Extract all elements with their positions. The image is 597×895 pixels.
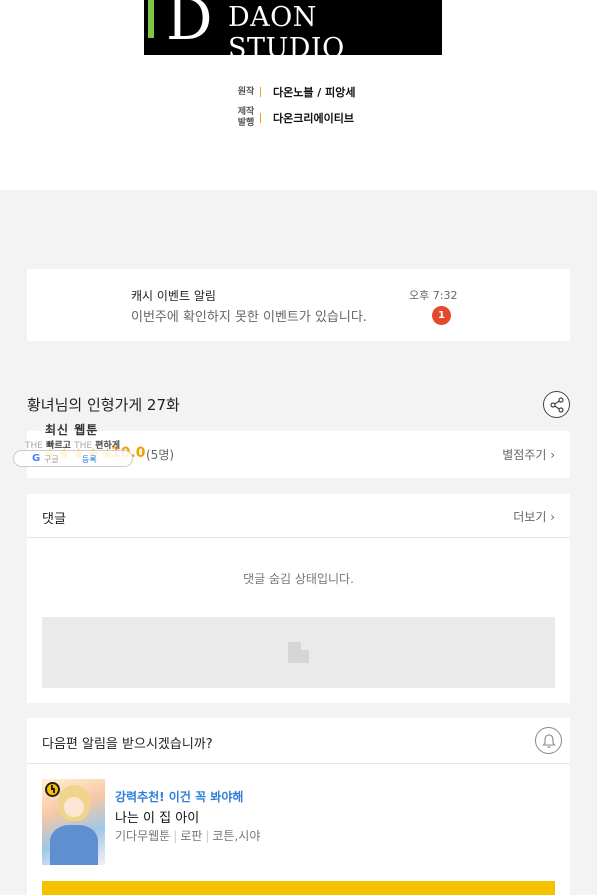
overlay-title: 최신 웹툰: [45, 423, 99, 437]
notice-time: 오후 7:32: [409, 289, 458, 302]
recommend-thumbnail[interactable]: [42, 779, 105, 865]
google-icon: G: [32, 453, 41, 464]
subscribe-bell-button[interactable]: [535, 727, 562, 754]
rating-count: (5명): [146, 448, 175, 462]
studio-name: DAON STUDIO: [228, 2, 345, 55]
credit-key: 원작: [237, 86, 255, 97]
recommend-title[interactable]: 나는 이 집 아이: [115, 807, 199, 826]
comments-more-button[interactable]: 더보기 ›: [513, 508, 555, 525]
share-icon: [550, 397, 564, 413]
subscribe-header: 다음편 알림을 받으시겠습니까?: [27, 718, 570, 764]
credit-row-original: 원작 다온노블 / 피앙세: [236, 82, 356, 102]
recommend-meta-item: 기다무웹툰: [115, 829, 171, 843]
notice-message: 이번주에 확인하지 못한 이벤트가 있습니다.: [131, 310, 367, 325]
episode-title: 황녀님의 인형가게 27화: [27, 396, 180, 414]
share-button[interactable]: [543, 391, 570, 418]
credit-divider: [260, 113, 261, 123]
app-install-overlay[interactable]: 최신 웹툰 THE 빠르고 THE 편하게 G 구글 등록: [11, 421, 135, 469]
comments-label: 댓글: [42, 512, 66, 527]
play-label: 등록: [82, 455, 97, 464]
recommend-meta-item: 코튼,시야: [212, 829, 261, 843]
thumb-face: [64, 797, 84, 817]
meta-separator: |: [173, 829, 178, 843]
bell-icon: [542, 734, 556, 748]
wait-free-clock-icon: [45, 782, 60, 797]
recommend-meta-item: 로판: [180, 829, 203, 843]
subscribe-card: 다음편 알림을 받으시겠습니까? 강력추천! 이건 꼭 봐야해 나는 이 집 아…: [27, 718, 570, 895]
credit-value: 다온크리에이티브: [273, 112, 354, 125]
comments-hidden-message: 댓글 숨김 상태입니다.: [243, 572, 354, 586]
view-button[interactable]: [42, 881, 555, 895]
comments-card: 댓글 더보기 › 댓글 숨김 상태입니다.: [27, 494, 570, 703]
credit-row-publisher: 제작발행 다온크리에이티브: [236, 107, 356, 128]
comments-header: 댓글 더보기 ›: [27, 494, 570, 538]
subscribe-question: 다음편 알림을 받으시겠습니까?: [42, 737, 213, 752]
cash-event-notice[interactable]: 캐시 이벤트 알림 이번주에 확인하지 못한 이벤트가 있습니다. 오후 7:3…: [27, 269, 570, 341]
meta-separator: |: [205, 829, 210, 843]
recommend-tag: 강력추천! 이건 꼭 봐야해: [115, 790, 244, 804]
thumb-dress: [50, 825, 98, 865]
studio-banner: D DAON STUDIO: [144, 0, 442, 55]
credit-value: 다온노블 / 피앙세: [273, 86, 356, 99]
notice-title: 캐시 이벤트 알림: [131, 289, 216, 303]
logo-accent-bar: [148, 0, 154, 38]
recommend-meta: 기다무웹툰 | 로판 | 코튼,시야: [115, 827, 260, 844]
credits: 원작 다온노블 / 피앙세 제작발행 다온크리에이티브: [236, 82, 356, 134]
ad-placeholder[interactable]: [42, 617, 555, 688]
google-label: 구글: [44, 455, 59, 464]
rate-button[interactable]: 별점주기 ›: [502, 446, 555, 463]
credit-key: 제작발행: [237, 107, 255, 128]
studio-logo-letter: D: [166, 0, 213, 53]
image-placeholder-icon: [288, 642, 309, 663]
notice-badge: 1: [432, 306, 451, 325]
credit-divider: [260, 87, 261, 97]
top-section: D DAON STUDIO 원작 다온노블 / 피앙세 제작발행 다온크리에이티…: [0, 0, 597, 190]
google-play-button[interactable]: G 구글 등록: [13, 450, 133, 467]
